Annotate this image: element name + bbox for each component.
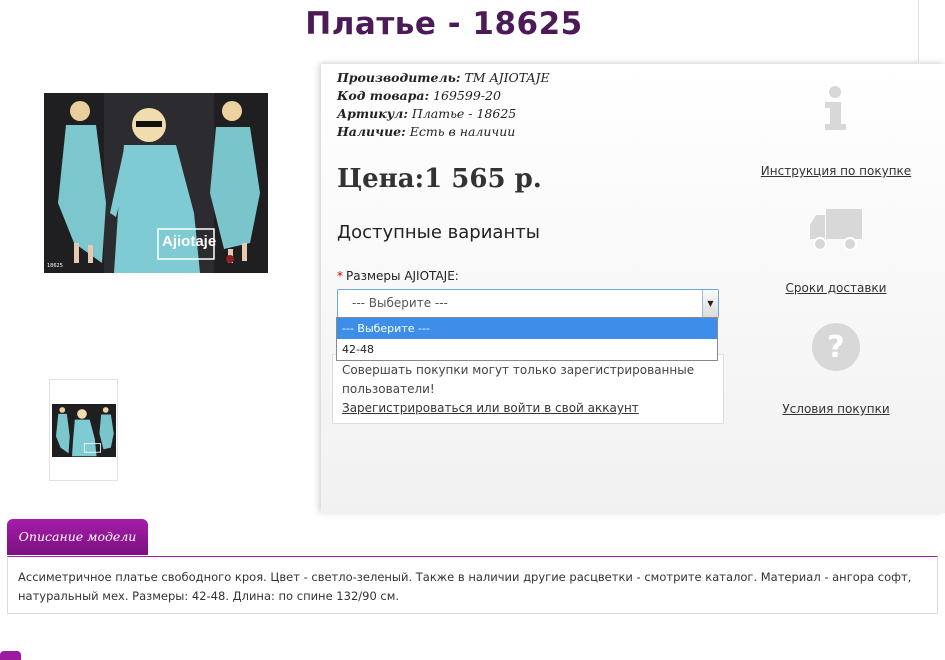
size-dropdown-list: --- Выберите --- 42-48: [336, 317, 718, 361]
size-label: * Размеры AJIOTAJE:: [337, 269, 459, 283]
size-select-value: --- Выберите ---: [352, 296, 448, 310]
delivery-link[interactable]: Сроки доставки: [751, 281, 921, 295]
frame-edge: [918, 0, 945, 62]
product-price: Цена:1 565 р.: [337, 164, 542, 194]
truck-icon: [810, 209, 862, 251]
register-login-link[interactable]: Зарегистрироваться или войти в свой акка…: [342, 401, 639, 415]
notice-text: Совершать покупки могут только зарегистр…: [342, 363, 695, 396]
size-option-choose[interactable]: --- Выберите ---: [337, 318, 717, 339]
product-meta: Производитель: TM AJIOTAJE Код товара: 1…: [337, 69, 550, 141]
terms-link[interactable]: Условия покупки: [751, 402, 921, 416]
meta-product-code: Код товара: 169599-20: [337, 88, 501, 103]
delivery-block: Сроки доставки: [751, 207, 921, 295]
product-thumbnail[interactable]: [49, 379, 118, 481]
meta-availability: Наличие: Есть в наличии: [337, 124, 516, 139]
svg-text:?: ?: [827, 330, 844, 365]
product-photo-drawing: [44, 93, 268, 273]
product-main-photo[interactable]: Ajiotaje 18625: [44, 93, 268, 273]
question-icon: ?: [812, 323, 860, 371]
meta-manufacturer: Производитель: TM AJIOTAJE: [337, 70, 550, 85]
instruction-link[interactable]: Инструкция по покупке: [751, 164, 921, 178]
bottom-tab-edge: [0, 651, 21, 660]
meta-article: Артикул: Платье - 18625: [337, 106, 517, 121]
photo-brand-text: Ajiotaje: [162, 233, 217, 250]
variants-heading: Доступные варианты: [337, 222, 540, 243]
chevron-down-icon[interactable]: ▼: [702, 290, 718, 317]
thumbnail-image: [52, 404, 116, 457]
product-info-panel: Производитель: TM AJIOTAJE Код товара: 1…: [321, 64, 945, 513]
photo-code-text: 18625: [47, 263, 63, 269]
size-select[interactable]: --- Выберите --- ▼: [337, 289, 719, 318]
instruction-block: Инструкция по покупке: [751, 84, 921, 178]
info-icon: [825, 86, 846, 130]
size-option-42-48[interactable]: 42-48: [337, 339, 717, 360]
description-text: Ассиметричное платье свободного кроя. Цв…: [7, 556, 938, 614]
registration-notice: Совершать покупки могут только зарегистр…: [332, 354, 724, 424]
tab-description[interactable]: Описание модели: [7, 519, 148, 555]
page-title: Платье - 18625: [305, 6, 583, 42]
terms-block: ? Условия покупки: [751, 322, 921, 416]
